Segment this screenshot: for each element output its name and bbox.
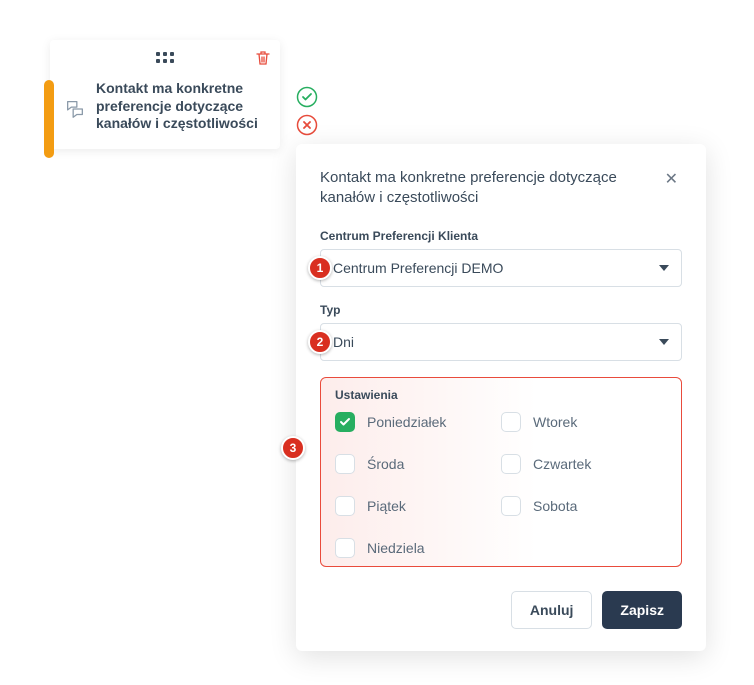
day-label: Piątek [367,498,406,514]
day-thursday: Czwartek [501,454,667,474]
check-circle-icon [296,86,318,108]
step-badge-1: 1 [308,256,332,280]
settings-highlight-box: 3 Ustawienia Poniedziałek Wtorek Środa C… [320,377,682,567]
node-title: Kontakt ma konkretne preferencje dotyczą… [96,80,264,133]
checkbox-thursday[interactable] [501,454,521,474]
chevron-down-icon [659,265,669,271]
checkbox-tuesday[interactable] [501,412,521,432]
settings-label: Ustawienia [335,388,667,402]
panel-footer: Anuluj Zapisz [320,591,682,629]
drag-handle[interactable] [153,52,177,63]
field-type: 2 Typ Dni [320,303,682,361]
day-label: Poniedziałek [367,414,446,430]
type-select[interactable]: Dni [320,323,682,361]
day-label: Czwartek [533,456,591,472]
day-sunday: Niedziela [335,538,501,558]
close-panel-button[interactable]: ✕ [661,168,682,192]
step-badge-3: 3 [281,436,305,460]
node-accent-bar [44,80,54,158]
day-tuesday: Wtorek [501,412,667,432]
save-button[interactable]: Zapisz [602,591,682,629]
day-label: Niedziela [367,540,425,556]
days-grid: Poniedziałek Wtorek Środa Czwartek Piąte… [335,412,667,558]
field-label: Centrum Preferencji Klienta [320,229,682,243]
select-value: Centrum Preferencji DEMO [333,260,503,276]
close-icon: ✕ [665,171,678,188]
panel-title: Kontakt ma konkretne preferencje dotyczą… [320,168,640,209]
panel-header: Kontakt ma konkretne preferencje dotyczą… [320,168,682,209]
chevron-down-icon [659,339,669,345]
no-connector[interactable] [296,114,318,136]
day-friday: Piątek [335,496,501,516]
checkbox-friday[interactable] [335,496,355,516]
x-circle-icon [296,114,318,136]
yes-connector[interactable] [296,86,318,108]
trash-icon [256,50,270,66]
day-label: Wtorek [533,414,577,430]
checkbox-sunday[interactable] [335,538,355,558]
field-label: Typ [320,303,682,317]
day-label: Sobota [533,498,577,514]
settings-panel: Kontakt ma konkretne preferencje dotyczą… [296,144,706,651]
checkbox-wednesday[interactable] [335,454,355,474]
flow-node-card[interactable]: Kontakt ma konkretne preferencje dotyczą… [50,40,280,149]
day-saturday: Sobota [501,496,667,516]
cancel-button[interactable]: Anuluj [511,591,593,629]
day-monday: Poniedziałek [335,412,501,432]
chat-swap-icon [64,98,86,125]
select-value: Dni [333,334,354,350]
preference-center-select[interactable]: Centrum Preferencji DEMO [320,249,682,287]
step-badge-2: 2 [308,330,332,354]
day-label: Środa [367,456,404,472]
checkbox-monday[interactable] [335,412,355,432]
day-wednesday: Środa [335,454,501,474]
checkbox-saturday[interactable] [501,496,521,516]
check-icon [339,416,351,428]
field-preference-center: 1 Centrum Preferencji Klienta Centrum Pr… [320,229,682,287]
delete-node-button[interactable] [256,50,270,71]
